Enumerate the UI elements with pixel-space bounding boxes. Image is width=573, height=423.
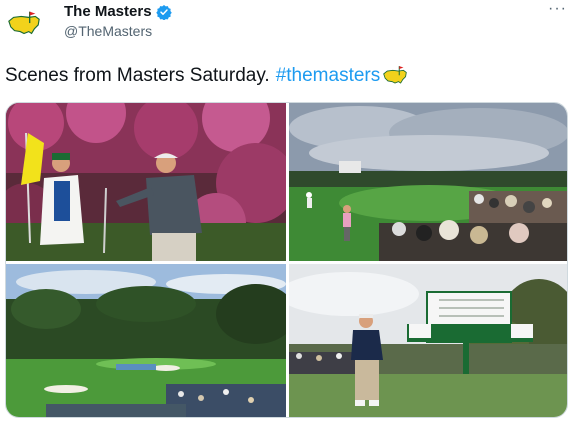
more-options-icon[interactable]: ···: [548, 0, 567, 18]
author-name[interactable]: The Masters: [64, 3, 152, 21]
photo-image: [289, 264, 567, 417]
tweet-text: Scenes from Masters Saturday. #themaster…: [5, 63, 409, 89]
hashtag-link[interactable]: #themasters: [276, 63, 381, 89]
author-handle[interactable]: @TheMasters: [64, 22, 152, 40]
photo-image: [6, 103, 286, 261]
tweet-body: Scenes from Masters Saturday.: [5, 65, 270, 86]
verified-badge-icon: [155, 5, 172, 20]
photo-caddie-and-golfer-handshake[interactable]: [6, 103, 286, 261]
photo-image: [6, 264, 286, 417]
avatar[interactable]: [6, 6, 42, 42]
masters-logo-icon: [8, 11, 40, 35]
media-grid: [5, 102, 568, 418]
photo-green-with-gallery[interactable]: [289, 103, 567, 261]
photo-golfer-walking-leaderboard[interactable]: [289, 264, 567, 417]
photo-image: [289, 103, 567, 261]
photo-amen-corner-aerial[interactable]: [6, 264, 286, 417]
masters-logo-icon: [383, 66, 408, 84]
author-name-row: The Masters: [64, 3, 172, 21]
tweet-card: The Masters @TheMasters ··· Scenes from …: [0, 0, 573, 423]
